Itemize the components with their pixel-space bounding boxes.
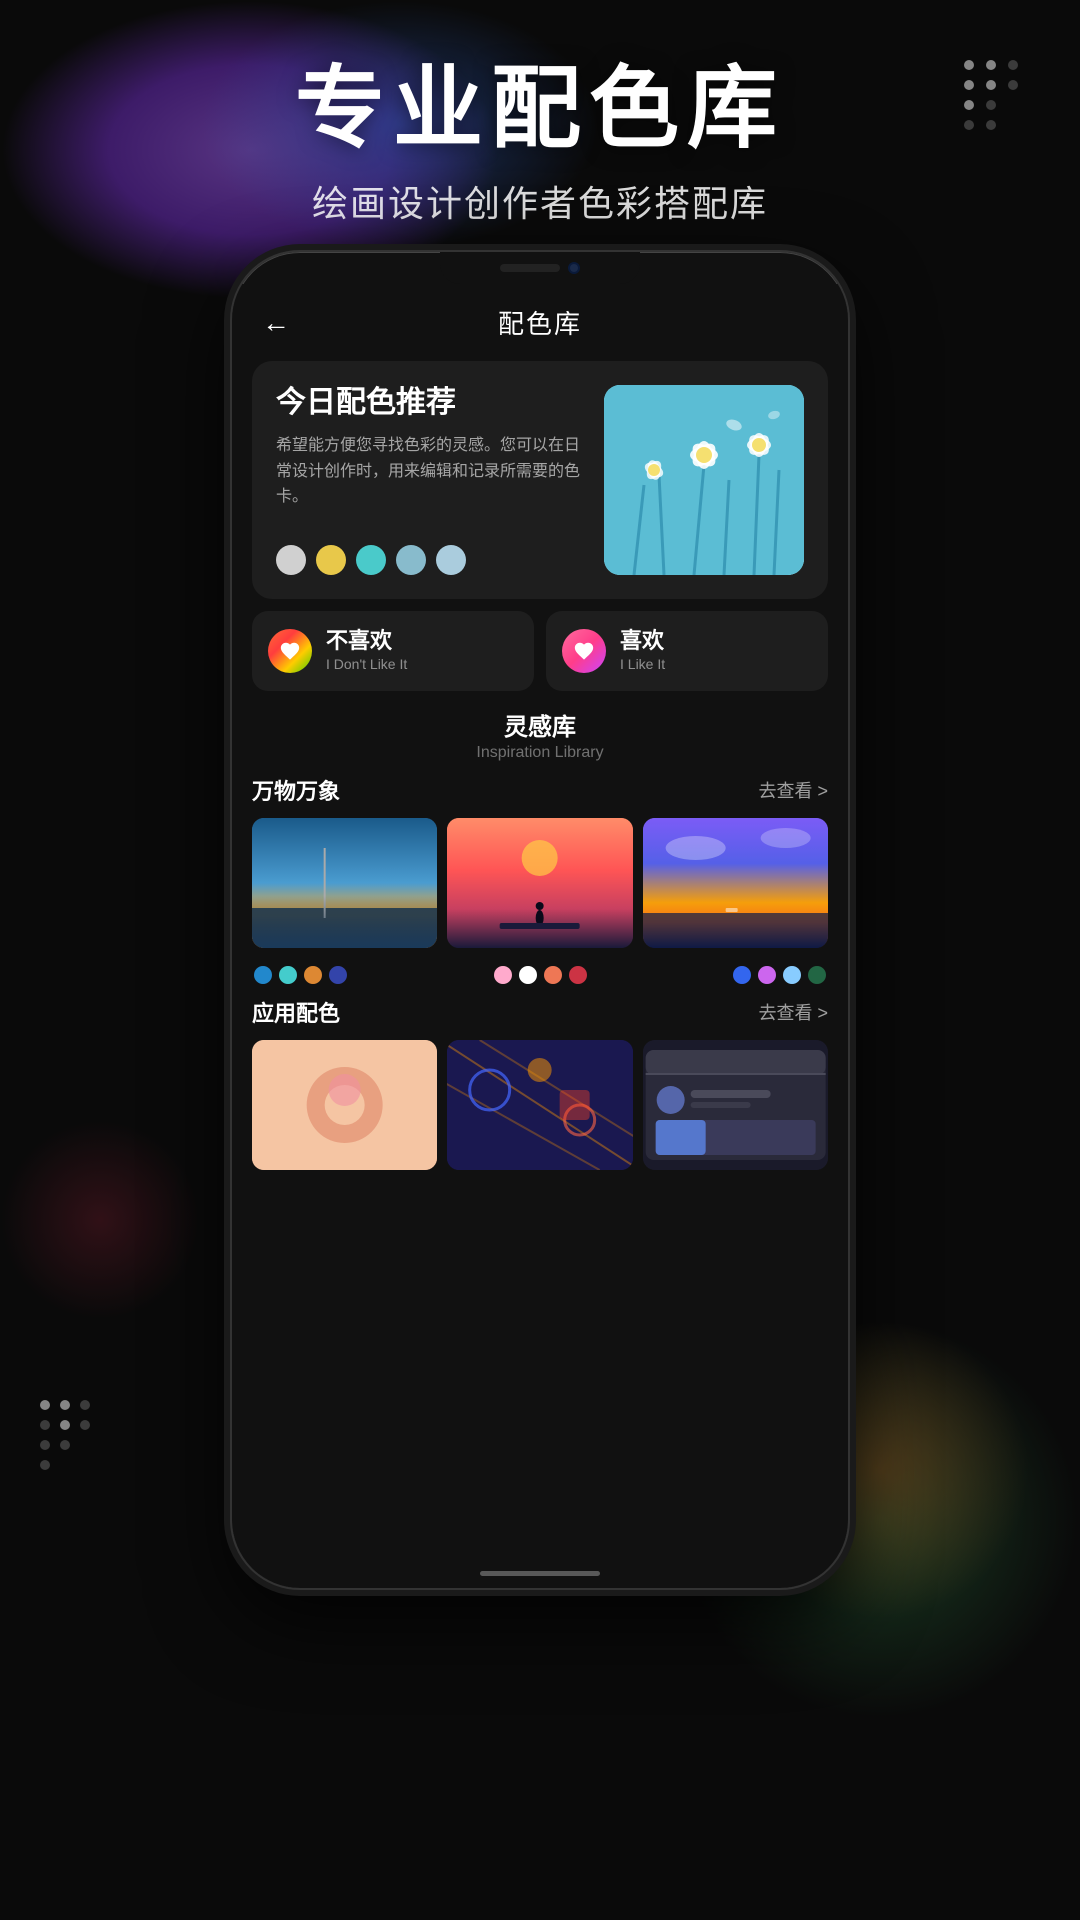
dot	[329, 966, 347, 984]
phone-screen: ← 配色库 今日配色推荐 希望能方便您寻找色彩的灵感。您可以在日常设计创作时，用…	[232, 284, 848, 1588]
category-appcolor: 应用配色 去查看 >	[252, 996, 828, 1170]
dislike-text-container: 不喜欢 I Don't Like It	[326, 630, 407, 672]
swatch-1	[276, 545, 306, 575]
category-header-2: 应用配色 去查看 >	[252, 996, 828, 1028]
landscape-image-2	[447, 818, 632, 948]
dot	[519, 966, 537, 984]
swatch-2	[316, 545, 346, 575]
dot	[60, 1460, 70, 1470]
phone-camera	[568, 262, 580, 274]
phone-notch	[440, 252, 640, 284]
see-more-1[interactable]: 去查看 >	[758, 777, 828, 803]
phone-wrapper: ← 配色库 今日配色推荐 希望能方便您寻找色彩的灵感。您可以在日常设计创作时，用…	[230, 250, 850, 1590]
dots-decoration-bottom-left	[40, 1400, 90, 1470]
dot	[80, 1460, 90, 1470]
app-color-image-grid	[252, 1040, 828, 1170]
dot	[80, 1440, 90, 1450]
dot	[40, 1420, 50, 1430]
app-color-image-3	[643, 1040, 828, 1170]
inspiration-section-header: 灵感库 Inspiration Library	[252, 707, 828, 762]
like-button[interactable]: 喜欢 I Like It	[546, 611, 828, 691]
dot	[40, 1440, 50, 1450]
phone-frame: ← 配色库 今日配色推荐 希望能方便您寻找色彩的灵感。您可以在日常设计创作时，用…	[230, 250, 850, 1590]
landscape-image-3	[643, 818, 828, 948]
sub-title: 绘画设计创作者色彩搭配库	[80, 175, 1000, 227]
dot	[254, 966, 272, 984]
color-card-title: 今日配色推荐	[276, 385, 588, 421]
dot	[783, 966, 801, 984]
like-icon	[562, 629, 606, 673]
dislike-button[interactable]: 不喜欢 I Don't Like It	[252, 611, 534, 691]
swatch-4	[396, 545, 426, 575]
dot	[80, 1420, 90, 1430]
see-more-2[interactable]: 去查看 >	[758, 999, 828, 1025]
dot	[808, 966, 826, 984]
image-1-dots	[252, 966, 349, 984]
dot	[40, 1400, 50, 1410]
action-row: 不喜欢 I Don't Like It 喜欢 I Like It	[252, 611, 828, 691]
app-header-title: 配色库	[498, 304, 582, 341]
phone-home-indicator	[480, 1571, 600, 1576]
image-2-dots	[492, 966, 589, 984]
inspiration-title-cn: 灵感库	[252, 707, 828, 742]
color-card-description: 希望能方便您寻找色彩的灵感。您可以在日常设计创作时，用来编辑和记录所需要的色卡。	[276, 433, 588, 529]
category-name-2: 应用配色	[252, 996, 340, 1028]
dot	[80, 1400, 90, 1410]
category-1-dots-row	[252, 958, 828, 984]
dot	[279, 966, 297, 984]
main-title: 专业配色库	[80, 60, 1000, 159]
header-area: 专业配色库 绘画设计创作者色彩搭配库	[80, 60, 1000, 227]
dot	[1008, 80, 1018, 90]
color-swatches	[276, 545, 588, 575]
inspiration-title-en: Inspiration Library	[252, 744, 828, 762]
swatch-5	[436, 545, 466, 575]
image-3-dots	[731, 966, 828, 984]
dot	[60, 1420, 70, 1430]
flower-illustration	[604, 385, 804, 575]
like-sublabel: I Like It	[620, 656, 665, 672]
phone-speaker	[500, 264, 560, 272]
bg-blob-red	[0, 1120, 200, 1320]
dot	[60, 1440, 70, 1450]
dot	[1008, 120, 1018, 130]
dot	[1008, 100, 1018, 110]
color-card: 今日配色推荐 希望能方便您寻找色彩的灵感。您可以在日常设计创作时，用来编辑和记录…	[252, 361, 828, 599]
dot	[304, 966, 322, 984]
dislike-label: 不喜欢	[326, 630, 407, 652]
color-card-image	[604, 385, 804, 575]
dot	[733, 966, 751, 984]
app-color-image-2	[447, 1040, 632, 1170]
dot	[40, 1460, 50, 1470]
dislike-icon	[268, 629, 312, 673]
dot	[569, 966, 587, 984]
like-label: 喜欢	[620, 630, 665, 652]
dot	[60, 1400, 70, 1410]
swatch-3	[356, 545, 386, 575]
dot	[494, 966, 512, 984]
color-card-left: 今日配色推荐 希望能方便您寻找色彩的灵感。您可以在日常设计创作时，用来编辑和记录…	[276, 385, 588, 575]
dislike-sublabel: I Don't Like It	[326, 656, 407, 672]
app-color-image-1	[252, 1040, 437, 1170]
category-header-1: 万物万象 去查看 >	[252, 774, 828, 806]
category-name-1: 万物万象	[252, 774, 340, 806]
back-button[interactable]: ←	[262, 307, 290, 339]
landscape-image-1	[252, 818, 437, 948]
dot	[1008, 60, 1018, 70]
app-header: ← 配色库	[232, 284, 848, 351]
like-text-container: 喜欢 I Like It	[620, 630, 665, 672]
dot	[544, 966, 562, 984]
landscape-image-grid	[252, 818, 828, 948]
dot	[758, 966, 776, 984]
category-wanwu: 万物万象 去查看 >	[252, 774, 828, 984]
